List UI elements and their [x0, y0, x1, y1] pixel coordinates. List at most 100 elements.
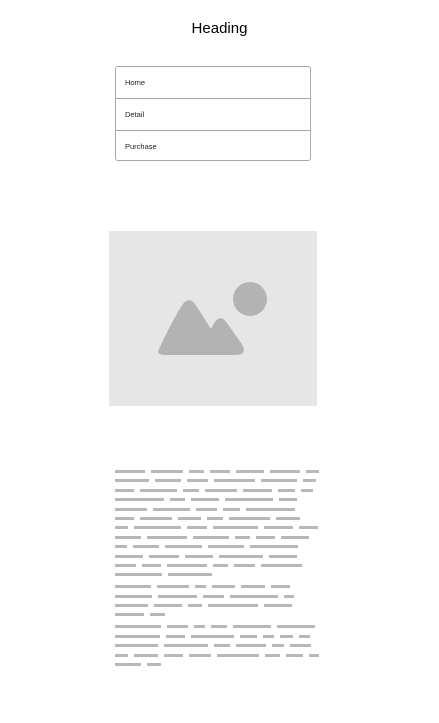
placeholder-word	[133, 545, 159, 549]
placeholder-word	[147, 535, 187, 539]
placeholder-word	[280, 634, 293, 638]
placeholder-word	[272, 644, 284, 648]
placeholder-word	[165, 545, 202, 549]
placeholder-paragraph	[115, 470, 325, 577]
placeholder-word	[142, 563, 161, 567]
placeholder-word	[115, 625, 161, 629]
placeholder-word	[309, 653, 319, 657]
placeholder-word	[219, 554, 263, 558]
placeholder-word	[223, 507, 240, 511]
placeholder-word	[115, 498, 164, 502]
placeholder-word	[187, 526, 207, 530]
placeholder-word	[205, 488, 237, 492]
placeholder-word	[196, 507, 217, 511]
placeholder-word	[234, 563, 255, 567]
placeholder-word	[189, 470, 204, 473]
placeholder-text-line	[115, 573, 325, 577]
placeholder-word	[115, 573, 162, 577]
placeholder-word	[213, 563, 228, 567]
placeholder-text-line	[115, 545, 325, 549]
placeholder-word	[166, 634, 185, 638]
placeholder-word	[140, 488, 177, 492]
placeholder-text-line	[115, 613, 325, 617]
placeholder-word	[115, 535, 141, 539]
placeholder-word	[115, 488, 134, 492]
placeholder-word	[265, 653, 280, 657]
placeholder-word	[115, 554, 143, 558]
placeholder-word	[290, 644, 311, 648]
placeholder-word	[115, 507, 147, 511]
placeholder-text-line	[115, 507, 325, 511]
placeholder-word	[230, 594, 278, 598]
placeholder-word	[306, 470, 319, 473]
placeholder-word	[256, 535, 275, 539]
placeholder-word	[212, 585, 235, 589]
placeholder-word	[303, 479, 316, 483]
placeholder-text-line	[115, 526, 325, 530]
placeholder-word	[153, 507, 190, 511]
placeholder-word	[115, 653, 128, 657]
placeholder-word	[115, 563, 136, 567]
placeholder-word	[187, 479, 208, 483]
placeholder-word	[164, 653, 183, 657]
placeholder-word	[235, 535, 250, 539]
placeholder-word	[115, 470, 145, 473]
placeholder-word	[210, 470, 230, 473]
placeholder-word	[277, 625, 315, 629]
placeholder-word	[261, 479, 297, 483]
placeholder-word	[301, 488, 313, 492]
placeholder-word	[183, 488, 199, 492]
placeholder-text-line	[115, 594, 325, 598]
placeholder-word	[236, 644, 266, 648]
placeholder-word	[164, 644, 208, 648]
placeholder-word	[115, 644, 158, 648]
placeholder-text-line	[115, 488, 325, 492]
placeholder-word	[207, 516, 223, 520]
placeholder-word	[115, 479, 149, 483]
placeholder-word	[264, 604, 292, 608]
placeholder-word	[233, 625, 271, 629]
placeholder-word	[170, 498, 185, 502]
placeholder-word	[270, 470, 300, 473]
placeholder-word	[191, 498, 219, 502]
placeholder-word	[269, 554, 297, 558]
placeholder-paragraph	[115, 625, 325, 667]
nav-item-detail[interactable]: Detail	[116, 99, 310, 131]
placeholder-text-line	[115, 653, 325, 657]
placeholder-word	[178, 516, 201, 520]
placeholder-word	[154, 604, 182, 608]
placeholder-word	[194, 625, 205, 629]
placeholder-word	[299, 526, 318, 530]
placeholder-word	[240, 634, 257, 638]
text-placeholder-block	[115, 470, 325, 675]
placeholder-word	[167, 625, 188, 629]
placeholder-word	[115, 516, 134, 520]
placeholder-text-line	[115, 585, 325, 589]
placeholder-word	[189, 653, 211, 657]
placeholder-word	[281, 535, 309, 539]
placeholder-word	[147, 663, 161, 667]
placeholder-word	[185, 554, 213, 558]
placeholder-text-line	[115, 663, 325, 667]
placeholder-word	[243, 488, 272, 492]
placeholder-word	[211, 625, 227, 629]
nav-item-home[interactable]: Home	[116, 67, 310, 99]
placeholder-word	[168, 573, 212, 577]
placeholder-word	[225, 498, 273, 502]
placeholder-text-line	[115, 634, 325, 638]
placeholder-text-line	[115, 516, 325, 520]
placeholder-word	[278, 488, 295, 492]
placeholder-text-line	[115, 563, 325, 567]
placeholder-word	[241, 585, 265, 589]
placeholder-word	[157, 585, 189, 589]
placeholder-word	[261, 563, 302, 567]
placeholder-word	[208, 545, 244, 549]
placeholder-word	[263, 634, 274, 638]
nav-item-purchase[interactable]: Purchase	[116, 131, 310, 160]
placeholder-word	[115, 585, 151, 589]
placeholder-word	[151, 470, 183, 473]
image-placeholder	[109, 231, 317, 406]
placeholder-text-line	[115, 470, 325, 473]
placeholder-word	[115, 663, 141, 667]
placeholder-word	[264, 526, 293, 530]
